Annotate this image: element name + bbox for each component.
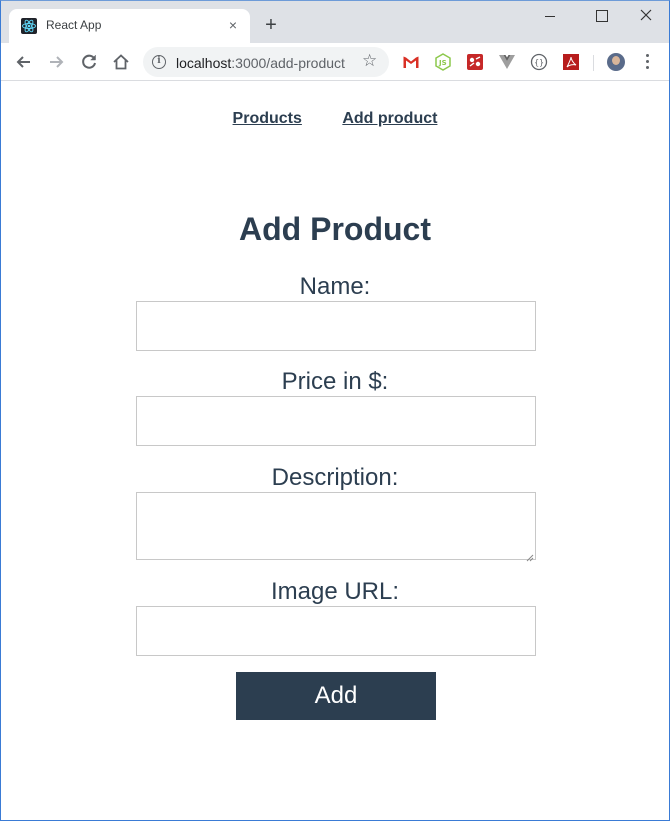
top-navigation: Products Add product <box>1 110 669 128</box>
pdf-icon[interactable] <box>562 53 580 71</box>
nav-link-products[interactable]: Products <box>233 110 302 128</box>
nodejs-icon[interactable]: JS <box>434 53 452 71</box>
browser-tab[interactable]: React App × <box>9 9 250 43</box>
back-arrow-icon[interactable] <box>13 51 35 73</box>
resize-handle-icon[interactable] <box>525 549 534 562</box>
image-url-input[interactable] <box>136 606 536 656</box>
minimize-icon[interactable] <box>535 5 565 27</box>
red-extension-icon[interactable] <box>466 53 484 71</box>
close-window-icon[interactable] <box>631 5 661 27</box>
profile-avatar[interactable] <box>607 53 625 71</box>
image-url-label: Image URL: <box>270 578 400 605</box>
page-title: Add Product <box>239 211 431 247</box>
react-icon <box>21 18 37 34</box>
svg-text:{}: {} <box>534 58 544 67</box>
url-text: localhost:3000/add-product <box>176 55 345 71</box>
reload-icon[interactable] <box>78 51 100 73</box>
name-input[interactable] <box>136 301 536 351</box>
gmail-icon[interactable] <box>402 53 420 71</box>
browser-window: React App × + i localhost:3000/add-produ… <box>0 0 670 821</box>
maximize-icon[interactable] <box>586 5 616 27</box>
address-bar[interactable]: i localhost:3000/add-product ☆ <box>143 47 389 77</box>
name-label: Name: <box>299 273 371 300</box>
close-tab-icon[interactable]: × <box>225 17 241 33</box>
url-host: localhost <box>176 55 232 71</box>
price-label: Price in $: <box>281 368 389 395</box>
description-label: Description: <box>271 464 399 491</box>
bookmark-star-icon[interactable]: ☆ <box>362 52 377 70</box>
more-menu-icon[interactable] <box>644 52 650 72</box>
browser-toolbar: i localhost:3000/add-product ☆ JS {} <box>1 43 669 81</box>
nav-link-add-product[interactable]: Add product <box>342 110 437 128</box>
toolbar-divider <box>593 55 594 71</box>
url-path: :3000/add-product <box>231 55 345 71</box>
page-content: Products Add product Add Product Name: P… <box>1 82 669 820</box>
info-icon[interactable]: i <box>152 55 166 69</box>
json-viewer-icon[interactable]: {} <box>530 53 548 71</box>
tab-title: React App <box>46 18 102 32</box>
price-input[interactable] <box>136 396 536 446</box>
vue-devtools-icon[interactable] <box>498 53 516 71</box>
add-button[interactable]: Add <box>236 672 436 720</box>
new-tab-button[interactable]: + <box>261 15 281 35</box>
home-icon[interactable] <box>110 51 132 73</box>
svg-text:JS: JS <box>438 59 447 67</box>
forward-arrow-icon[interactable] <box>45 51 67 73</box>
description-textarea[interactable] <box>136 492 536 560</box>
tab-strip: React App × + <box>1 1 669 43</box>
